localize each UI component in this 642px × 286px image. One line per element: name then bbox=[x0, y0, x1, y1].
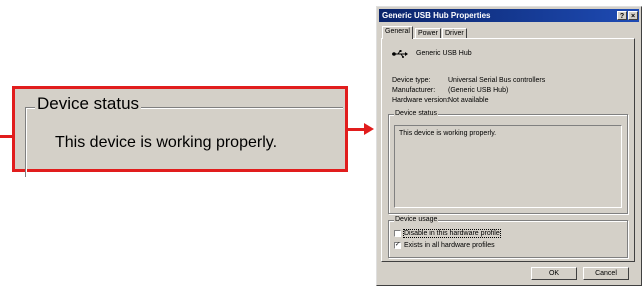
arrow-right-head bbox=[364, 123, 374, 135]
device-status-text: This device is working properly. bbox=[399, 130, 497, 137]
tab-driver[interactable]: Driver bbox=[442, 28, 467, 38]
device-status-group: Device status This device is working pro… bbox=[388, 110, 628, 214]
cancel-button[interactable]: Cancel bbox=[583, 267, 629, 280]
device-status-legend: Device status bbox=[394, 110, 439, 117]
manufacturer-value: (Generic USB Hub) bbox=[448, 87, 509, 94]
disable-profile-label[interactable]: Disable in this hardware profile bbox=[403, 229, 501, 238]
exists-profiles-checkbox[interactable]: ✓ bbox=[394, 242, 401, 249]
device-type-label: Device type: bbox=[392, 77, 431, 84]
tab-power[interactable]: Power bbox=[415, 28, 441, 38]
exists-profiles-label[interactable]: Exists in all hardware profiles bbox=[404, 242, 495, 249]
zoomed-status-callout: Device status This device is working pro… bbox=[12, 86, 348, 177]
disable-profile-checkbox[interactable] bbox=[394, 230, 401, 237]
general-panel: Generic USB Hub Device type: Universal S… bbox=[381, 38, 635, 262]
help-button[interactable]: ? bbox=[617, 11, 627, 20]
device-type-value: Universal Serial Bus controllers bbox=[448, 77, 546, 84]
title-bar[interactable]: Generic USB Hub Properties ? × bbox=[379, 9, 639, 22]
close-button[interactable]: × bbox=[628, 11, 638, 20]
zoomed-status-text: This device is working properly. bbox=[55, 134, 278, 151]
usb-icon bbox=[392, 50, 408, 58]
hardware-version-value: Not available bbox=[448, 97, 489, 104]
hardware-version-label: Hardware version: bbox=[392, 97, 449, 104]
tab-general[interactable]: General bbox=[382, 26, 413, 39]
device-usage-legend: Device usage bbox=[394, 216, 439, 223]
zoomed-status-legend: Device status bbox=[35, 94, 142, 114]
manufacturer-label: Manufacturer: bbox=[392, 87, 436, 94]
device-usage-group: Device usage Disable in this hardware pr… bbox=[388, 216, 628, 258]
device-status-box: This device is working properly. bbox=[394, 125, 622, 208]
device-name: Generic USB Hub bbox=[416, 50, 472, 57]
ok-button[interactable]: OK bbox=[531, 267, 577, 280]
dialog-title: Generic USB Hub Properties bbox=[382, 11, 491, 20]
properties-dialog: Generic USB Hub Properties ? × General P… bbox=[376, 6, 642, 286]
